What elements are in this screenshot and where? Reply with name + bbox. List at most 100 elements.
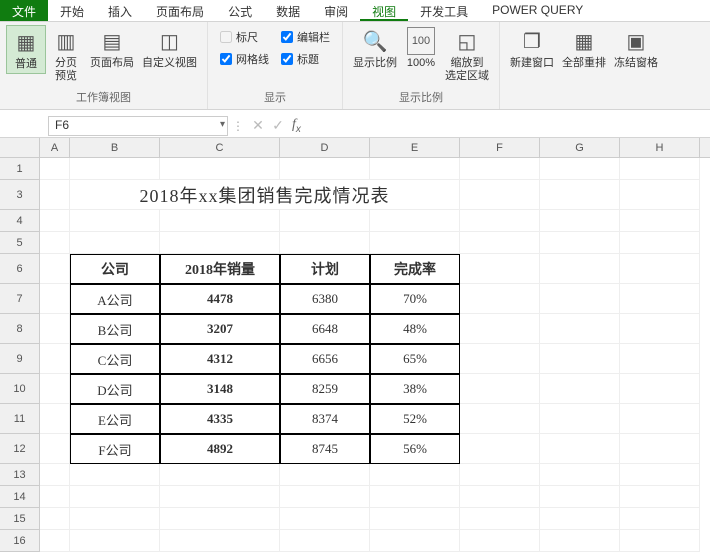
cell[interactable] (370, 232, 460, 254)
cell[interactable] (460, 210, 540, 232)
cell-plan[interactable]: 6656 (280, 344, 370, 374)
cell[interactable] (540, 374, 620, 404)
tab-data[interactable]: 数据 (264, 0, 312, 21)
cell[interactable] (540, 314, 620, 344)
cell[interactable] (40, 284, 70, 314)
cell-rate[interactable]: 56% (370, 434, 460, 464)
cell[interactable] (70, 464, 160, 486)
page-layout-view-button[interactable]: ▤ 页面布局 (86, 25, 138, 72)
custom-views-button[interactable]: ◫ 自定义视图 (138, 25, 201, 72)
cell[interactable] (540, 404, 620, 434)
cell-company[interactable]: F公司 (70, 434, 160, 464)
cell[interactable] (620, 486, 700, 508)
cell[interactable] (540, 210, 620, 232)
row-header[interactable]: 1 (0, 158, 40, 180)
cell[interactable] (620, 180, 700, 210)
cell[interactable] (40, 374, 70, 404)
cancel-formula-icon[interactable]: ✕ (248, 117, 268, 134)
cell-company[interactable]: B公司 (70, 314, 160, 344)
cell[interactable] (460, 374, 540, 404)
tab-insert[interactable]: 插入 (96, 0, 144, 21)
col-header[interactable]: H (620, 138, 700, 157)
cell[interactable] (620, 374, 700, 404)
cell[interactable] (460, 434, 540, 464)
cell[interactable] (620, 464, 700, 486)
row-header[interactable]: 6 (0, 254, 40, 284)
cell[interactable] (540, 486, 620, 508)
tab-view[interactable]: 视图 (360, 0, 408, 21)
row-header[interactable]: 8 (0, 314, 40, 344)
cell[interactable] (540, 530, 620, 552)
cell[interactable] (370, 486, 460, 508)
cell[interactable] (160, 210, 280, 232)
cell[interactable] (40, 180, 70, 210)
cell[interactable] (620, 344, 700, 374)
ruler-checkbox[interactable]: 标尺 (220, 29, 269, 45)
cell[interactable] (460, 530, 540, 552)
cell[interactable] (40, 486, 70, 508)
cell[interactable] (620, 210, 700, 232)
cell-sales[interactable]: 4312 (160, 344, 280, 374)
col-header[interactable]: F (460, 138, 540, 157)
cell-rate[interactable]: 48% (370, 314, 460, 344)
cell[interactable] (280, 486, 370, 508)
cell[interactable] (620, 254, 700, 284)
cell[interactable] (160, 530, 280, 552)
cell-plan[interactable]: 8374 (280, 404, 370, 434)
cell[interactable] (70, 210, 160, 232)
row-header[interactable]: 5 (0, 232, 40, 254)
row-header[interactable]: 11 (0, 404, 40, 434)
cell[interactable] (620, 404, 700, 434)
cell[interactable] (460, 180, 540, 210)
headings-checkbox[interactable]: 标题 (281, 51, 330, 67)
cell[interactable] (40, 464, 70, 486)
cell[interactable] (40, 210, 70, 232)
col-header[interactable]: D (280, 138, 370, 157)
col-header[interactable]: A (40, 138, 70, 157)
cell-plan[interactable]: 8745 (280, 434, 370, 464)
cell[interactable] (540, 344, 620, 374)
cell[interactable] (40, 232, 70, 254)
tab-home[interactable]: 开始 (48, 0, 96, 21)
row-header[interactable]: 13 (0, 464, 40, 486)
cell-sales[interactable]: 4335 (160, 404, 280, 434)
cell[interactable] (460, 404, 540, 434)
cell[interactable] (620, 314, 700, 344)
zoom-to-selection-button[interactable]: ◱ 缩放到 选定区域 (441, 25, 493, 85)
name-box-dropdown-icon[interactable]: ▾ (220, 119, 225, 130)
cell[interactable] (40, 314, 70, 344)
cell[interactable] (620, 508, 700, 530)
cell[interactable] (280, 210, 370, 232)
title-cell[interactable]: 2018年xx集团销售完成情况表 (70, 180, 460, 210)
gridlines-checkbox[interactable]: 网格线 (220, 51, 269, 67)
cell-plan[interactable]: 6380 (280, 284, 370, 314)
cell-sales[interactable]: 3207 (160, 314, 280, 344)
row-header[interactable]: 15 (0, 508, 40, 530)
tab-file[interactable]: 文件 (0, 0, 48, 21)
normal-view-button[interactable]: ▦ 普通 (6, 25, 46, 74)
cell[interactable] (460, 464, 540, 486)
col-header[interactable]: B (70, 138, 160, 157)
arrange-all-button[interactable]: ▦ 全部重排 (558, 25, 610, 72)
cell[interactable] (460, 314, 540, 344)
freeze-panes-button[interactable]: ▣ 冻结窗格 (610, 25, 662, 72)
name-box[interactable]: F6 ▾ (48, 116, 228, 136)
cell[interactable] (40, 434, 70, 464)
cell[interactable] (540, 232, 620, 254)
cell[interactable] (620, 284, 700, 314)
cell[interactable] (280, 464, 370, 486)
cell[interactable] (40, 254, 70, 284)
table-header-rate[interactable]: 完成率 (370, 254, 460, 284)
cell-company[interactable]: A公司 (70, 284, 160, 314)
col-header[interactable]: E (370, 138, 460, 157)
cell[interactable] (540, 284, 620, 314)
cell[interactable] (70, 486, 160, 508)
cell-sales[interactable]: 4478 (160, 284, 280, 314)
cell-rate[interactable]: 52% (370, 404, 460, 434)
zoom-100-button[interactable]: 100 100% (401, 25, 441, 72)
formula-bar-checkbox[interactable]: 编辑栏 (281, 29, 330, 45)
cell-company[interactable]: C公司 (70, 344, 160, 374)
cell[interactable] (70, 232, 160, 254)
cell[interactable] (460, 284, 540, 314)
cell[interactable] (40, 530, 70, 552)
